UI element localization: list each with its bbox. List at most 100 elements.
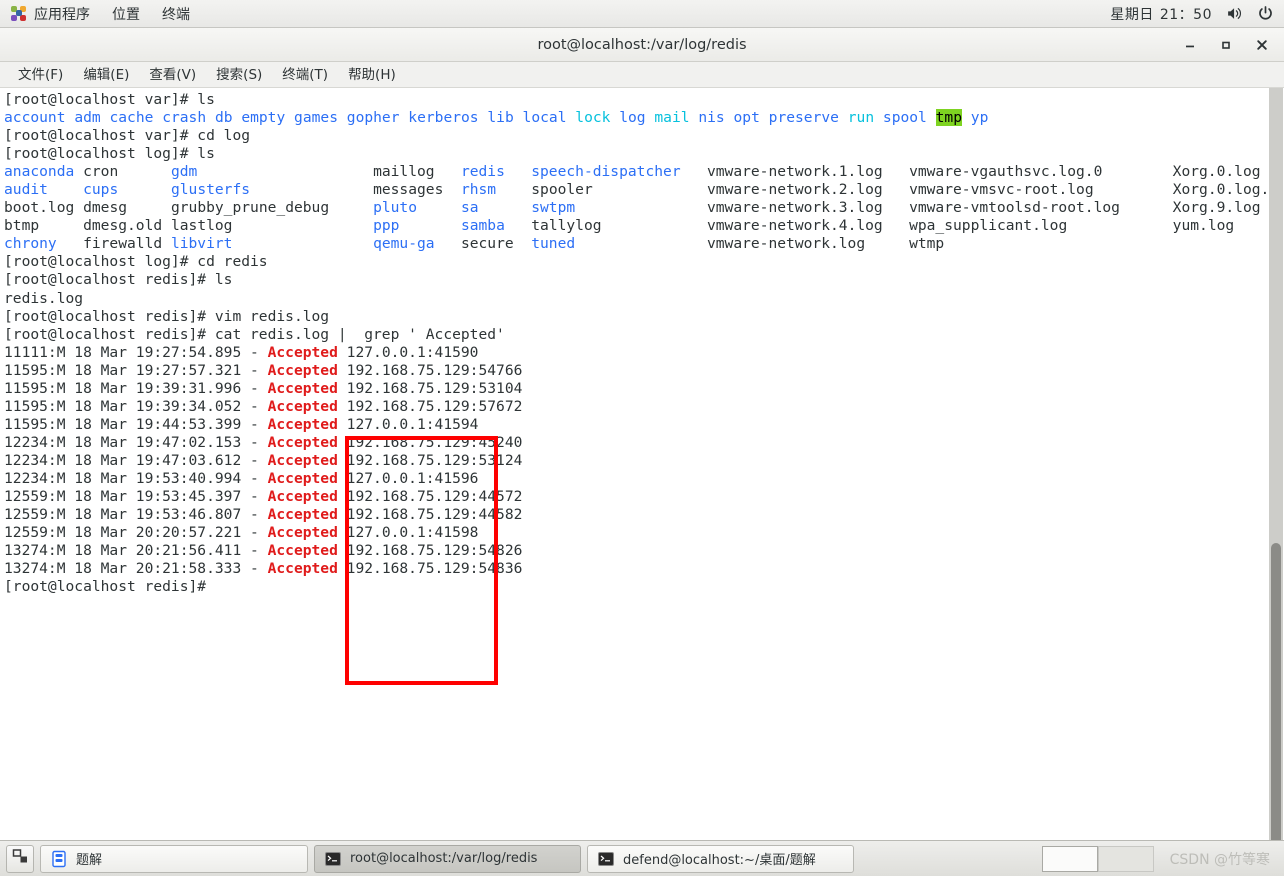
log-line: 12559:M 18 Mar 19:53:45.397 - Accepted 1… — [4, 488, 1268, 506]
workspace-switcher-2[interactable] — [1097, 845, 1154, 872]
places-menu[interactable]: 位置 — [101, 0, 151, 27]
ls-entry: rhsm — [460, 181, 497, 199]
ls-entry: vmware-vgauthsvc.log.0 — [909, 163, 1103, 181]
terminal-line: [root@localhost redis]# — [4, 578, 1268, 596]
log-timestamp: 11595:M 18 Mar 19:39:31.996 - — [4, 379, 268, 397]
taskbar-item-terminal-redis[interactable]: root@localhost:/var/log/redis — [314, 844, 581, 873]
log-timestamp: 12234:M 18 Mar 19:53:40.994 - — [4, 469, 268, 487]
shell-command: cat redis.log | grep ' Accepted' — [214, 325, 505, 343]
log-keyword-accepted: Accepted — [267, 379, 338, 397]
terminal-text: redis.log — [4, 289, 84, 307]
terminal-line: [root@localhost redis]# vim redis.log — [4, 308, 1268, 326]
log-address: 192.168.75.129:44582 — [337, 506, 523, 524]
menu-view[interactable]: 查看(V) — [139, 62, 206, 88]
terminal-menu[interactable]: 终端 — [151, 0, 201, 27]
terminal-scrollbar[interactable] — [1268, 88, 1284, 840]
power-icon[interactable] — [1257, 5, 1274, 22]
shell-command: ls — [214, 271, 233, 289]
ls-entry: gdm — [170, 163, 198, 181]
top-panel-right: 星期日 21：50 — [1110, 0, 1284, 27]
log-keyword-accepted: Accepted — [267, 524, 338, 542]
log-line: 11595:M 18 Mar 19:39:31.996 - Accepted 1… — [4, 380, 1268, 398]
show-desktop-button[interactable] — [6, 844, 34, 873]
app-grid-icon — [11, 5, 27, 22]
ls-entry: redis — [460, 163, 505, 181]
watermark: CSDN @竹等寒 — [1169, 851, 1270, 868]
log-line: 12234:M 18 Mar 19:47:03.612 - Accepted 1… — [4, 452, 1268, 470]
ls-entry: glusterfs — [170, 181, 251, 199]
scrollbar-thumb[interactable] — [1271, 543, 1281, 840]
top-panel-left: 应用程序 位置 终端 — [0, 0, 201, 27]
ls-entry: firewalld — [83, 235, 163, 253]
ls-entry: cron — [83, 163, 119, 181]
log-address: 127.0.0.1:41594 — [337, 415, 479, 433]
log-line: 12234:M 18 Mar 19:53:40.994 - Accepted 1… — [4, 470, 1268, 488]
taskbar-right: CSDN @竹等寒 — [1041, 845, 1278, 872]
terminal-viewport[interactable]: [root@localhost var]# ls account adm cach… — [0, 88, 1284, 840]
taskbar-item-label: 题解 — [76, 853, 103, 868]
log-keyword-accepted: Accepted — [267, 451, 338, 469]
menu-search[interactable]: 搜索(S) — [206, 62, 272, 88]
ls-entry: vmware-vmtoolsd-root.log — [909, 199, 1120, 217]
window-titlebar[interactable]: root@localhost:/var/log/redis — [0, 28, 1284, 62]
ls-entry: games — [294, 109, 338, 127]
taskbar-item-label: defend@localhost:~/桌面/题解 — [623, 853, 816, 868]
terminal-line: [root@localhost log]# cd redis — [4, 253, 1268, 271]
ls-entry: wtmp — [909, 235, 945, 253]
menu-terminal[interactable]: 终端(T) — [272, 62, 338, 88]
menu-file[interactable]: 文件(F) — [8, 62, 73, 88]
terminal-menu-label: 终端 — [162, 6, 190, 23]
log-address: 192.168.75.129:45240 — [337, 433, 523, 451]
ls-entry: mail — [654, 109, 690, 127]
log-address: 192.168.75.129:54826 — [337, 542, 523, 560]
terminal-window: root@localhost:/var/log/redis 文件(F) 编辑(E… — [0, 28, 1284, 840]
close-icon[interactable] — [1254, 37, 1270, 53]
terminal-output[interactable]: [root@localhost var]# ls account adm cach… — [0, 88, 1268, 840]
menu-help[interactable]: 帮助(H) — [338, 62, 406, 88]
ls-entry: dmesg.old — [83, 217, 163, 235]
log-timestamp: 11111:M 18 Mar 19:27:54.895 - — [4, 343, 268, 361]
ls-entry: adm — [74, 109, 101, 127]
taskbar-item-terminal-defend[interactable]: defend@localhost:~/桌面/题解 — [587, 844, 854, 873]
maximize-icon[interactable] — [1218, 37, 1234, 53]
terminal-line: redis.log — [4, 290, 1268, 308]
speaker-icon[interactable] — [1226, 5, 1243, 22]
ls-entry: anaconda — [4, 163, 75, 181]
ls-entry: vmware-network.4.log — [706, 217, 883, 235]
ls-entry: grubby_prune_debug — [170, 199, 330, 217]
menu-edit[interactable]: 编辑(E) — [73, 62, 139, 88]
ls-entry: preserve — [768, 109, 839, 127]
ls-entry: Xorg.0.log — [1172, 163, 1261, 181]
log-keyword-accepted: Accepted — [267, 560, 338, 578]
minimize-icon[interactable] — [1182, 37, 1198, 53]
taskbar-item-files[interactable]: 题解 — [40, 844, 308, 873]
taskbar-item-label: root@localhost:/var/log/redis — [350, 851, 538, 866]
terminal-line: [root@localhost redis]# ls — [4, 271, 1268, 289]
applications-menu[interactable]: 应用程序 — [0, 0, 101, 27]
shell-prompt: [root@localhost redis]# — [4, 325, 215, 343]
log-address: 127.0.0.1:41598 — [337, 524, 479, 542]
log-timestamp: 12234:M 18 Mar 19:47:02.153 - — [4, 433, 268, 451]
clock[interactable]: 星期日 21：50 — [1110, 4, 1212, 24]
ls-entry: pluto — [373, 199, 417, 217]
workspace-switcher-1[interactable] — [1041, 845, 1098, 872]
